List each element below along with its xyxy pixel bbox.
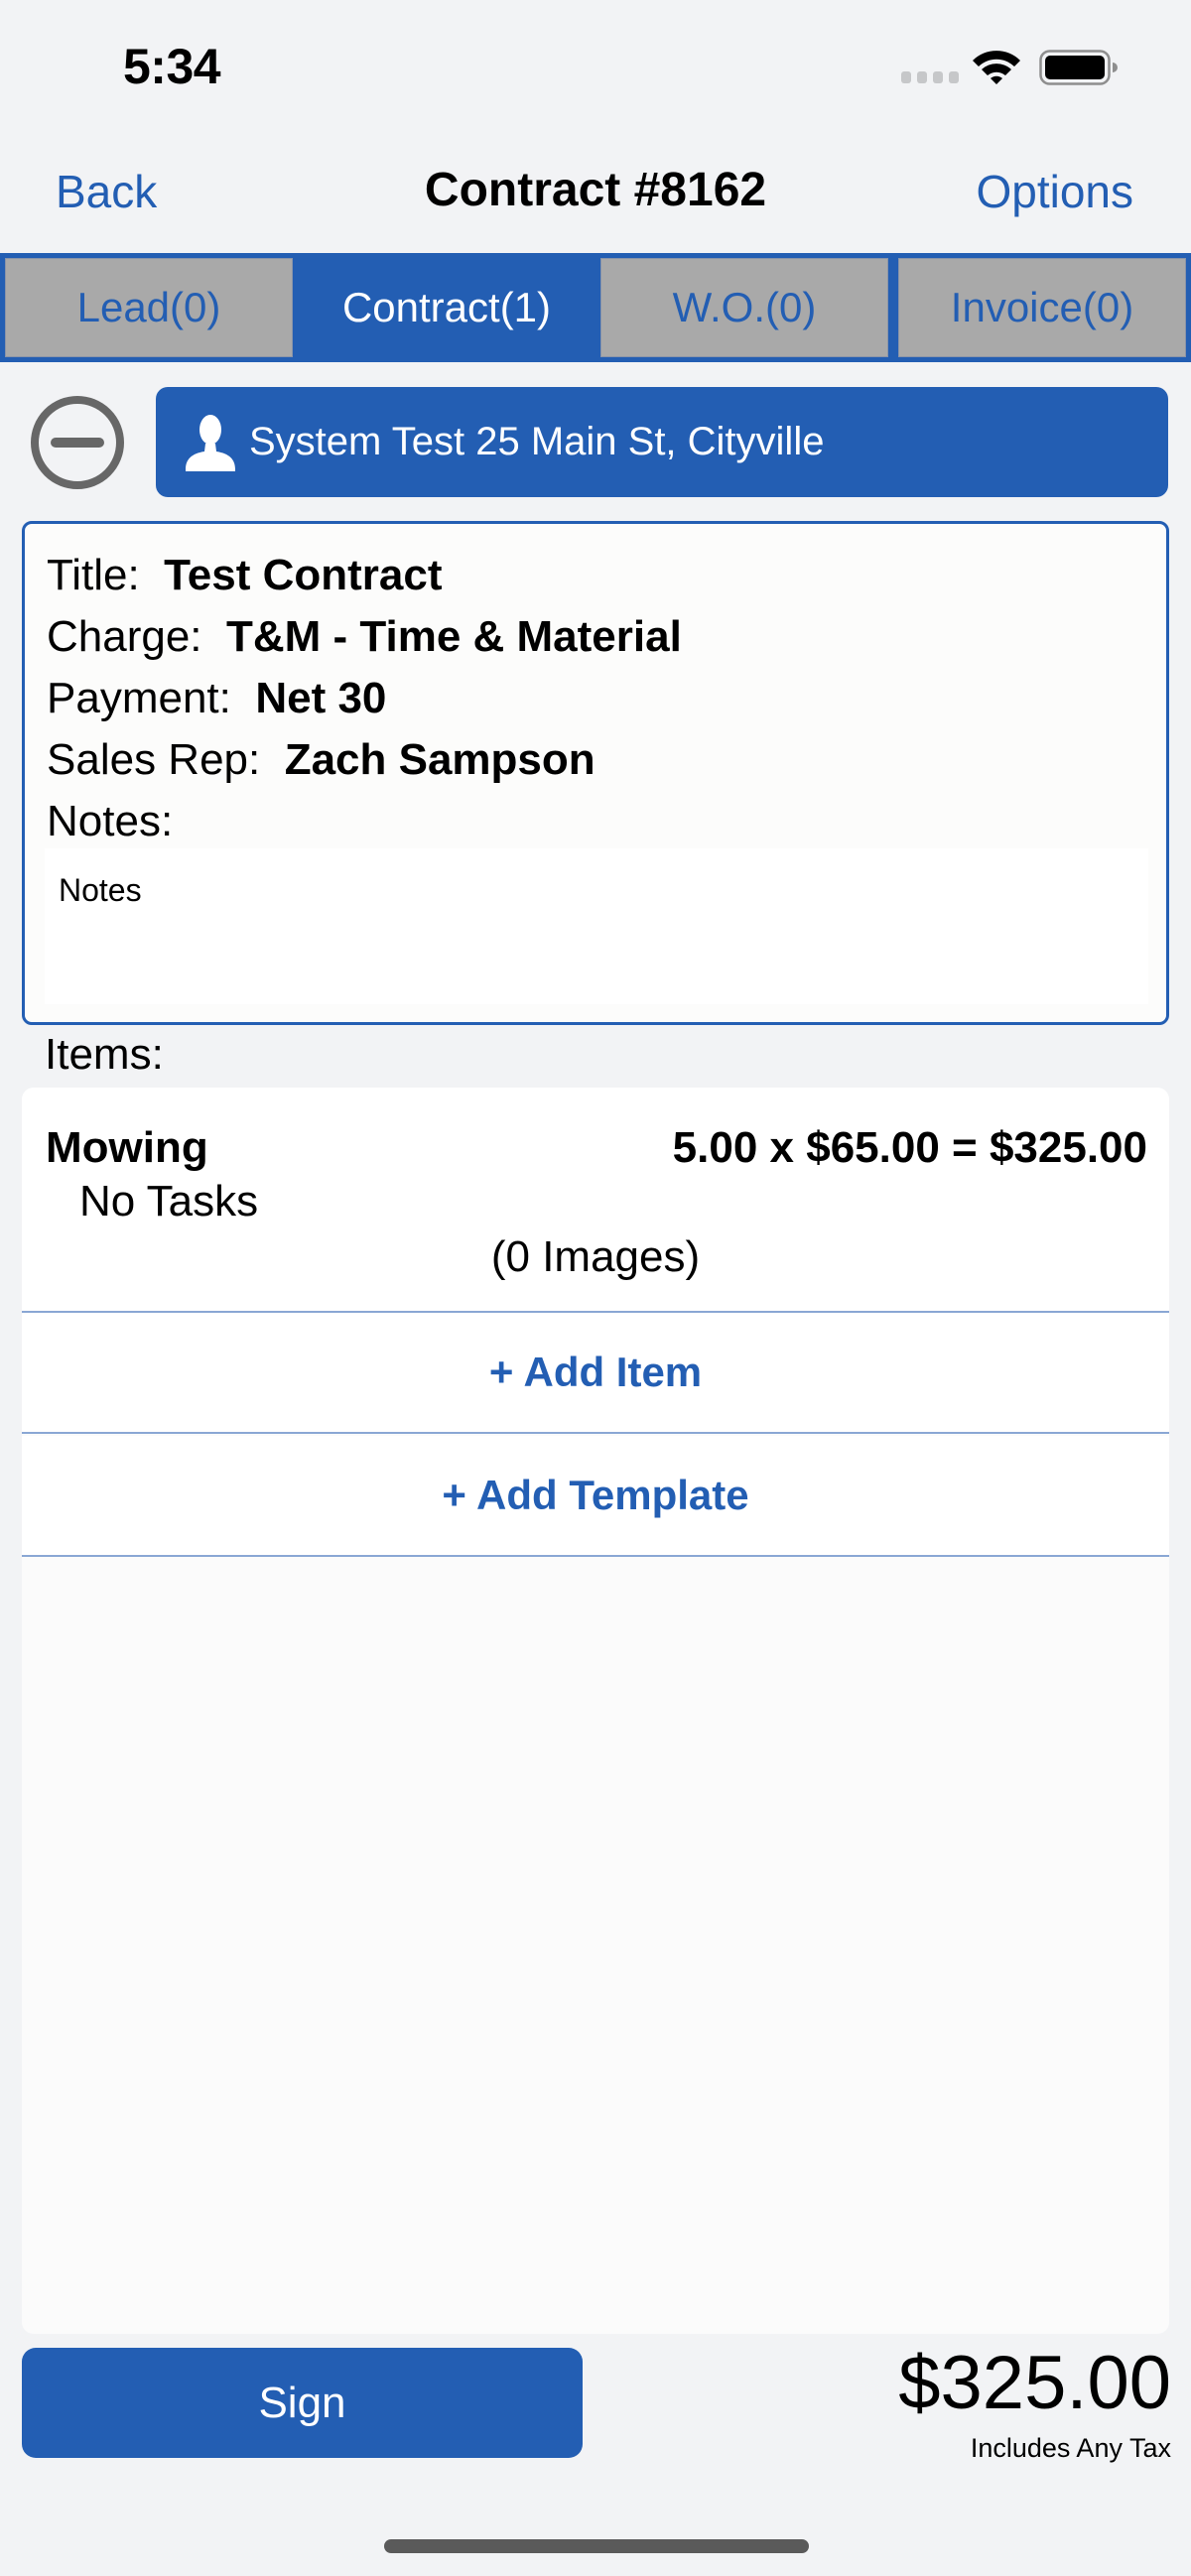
items-list: Mowing 5.00 x $65.00 = $325.00 No Tasks … <box>22 1088 1169 2334</box>
title-value: Test Contract <box>164 551 443 599</box>
status-time: 5:34 <box>123 39 221 94</box>
battery-icon <box>1039 50 1118 85</box>
items-label: Items: <box>45 1030 164 1079</box>
payment-row: Payment: Net 30 <box>47 674 386 723</box>
list-item[interactable]: Mowing 5.00 x $65.00 = $325.00 No Tasks … <box>22 1088 1169 1313</box>
total-amount: $325.00 <box>898 2341 1171 2425</box>
home-indicator[interactable] <box>384 2539 809 2553</box>
item-tasks: No Tasks <box>79 1177 259 1225</box>
customer-button[interactable]: System Test 25 Main St, Cityville <box>156 387 1168 497</box>
item-calculation: 5.00 x $65.00 = $325.00 <box>672 1123 1147 1172</box>
charge-value: T&M - Time & Material <box>226 612 682 661</box>
customer-label: System Test 25 Main St, Cityville <box>249 420 825 463</box>
charge-label: Charge: <box>47 612 202 661</box>
contract-details-card[interactable]: Title: Test Contract Charge: T&M - Time … <box>22 521 1169 1025</box>
tab-work-order[interactable]: W.O.(0) <box>600 258 888 357</box>
add-item-button[interactable]: + Add Item <box>22 1313 1169 1434</box>
minus-circle-icon[interactable] <box>28 393 127 492</box>
payment-value: Net 30 <box>255 674 387 722</box>
sales-rep-label: Sales Rep: <box>47 735 261 784</box>
notes-label: Notes: <box>47 797 174 845</box>
title-label: Title: <box>47 551 140 599</box>
sign-button[interactable]: Sign <box>22 2348 583 2458</box>
tab-lead[interactable]: Lead(0) <box>5 258 293 357</box>
wifi-icon <box>973 51 1020 84</box>
add-template-button[interactable]: + Add Template <box>22 1436 1169 1557</box>
charge-row: Charge: T&M - Time & Material <box>47 612 682 662</box>
item-name: Mowing <box>46 1123 208 1172</box>
payment-label: Payment: <box>47 674 231 722</box>
signal-icon <box>901 71 959 83</box>
notes-input[interactable]: Notes <box>45 848 1148 1004</box>
sales-rep-value: Zach Sampson <box>284 735 596 784</box>
tax-note: Includes Any Tax <box>970 2433 1171 2463</box>
title-row: Title: Test Contract <box>47 551 443 600</box>
tab-invoice[interactable]: Invoice(0) <box>898 258 1186 357</box>
options-button[interactable]: Options <box>976 165 1133 218</box>
tab-contract[interactable]: Contract(1) <box>298 258 596 357</box>
person-icon <box>186 414 235 471</box>
item-images: (0 Images) <box>490 1232 701 1281</box>
tab-bar: Lead(0) Contract(1) W.O.(0) Invoice(0) <box>0 253 1191 362</box>
sales-rep-row: Sales Rep: Zach Sampson <box>47 735 596 785</box>
